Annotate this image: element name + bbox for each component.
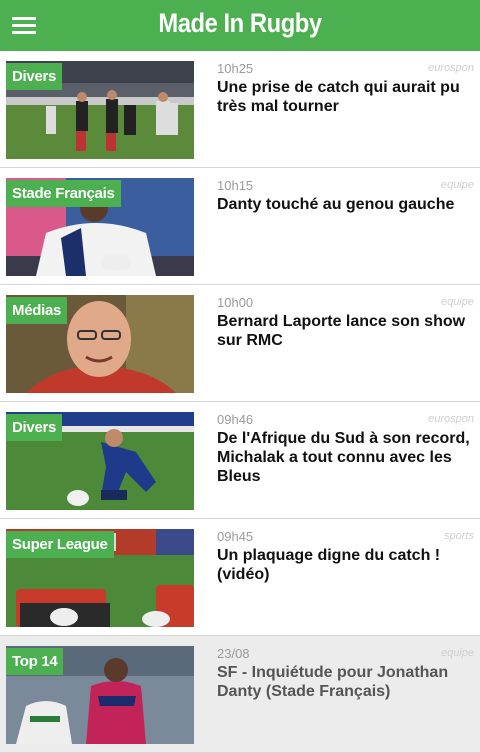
article-source: sports xyxy=(444,530,474,542)
article-thumbnail: Médias xyxy=(6,295,194,393)
article-thumbnail: Stade Français xyxy=(6,178,194,276)
article-time: 10h15 xyxy=(217,178,254,193)
category-tag: Divers xyxy=(6,414,63,441)
article-thumbnail: Divers xyxy=(6,412,194,510)
article-time: 09h45 xyxy=(217,529,254,544)
article-time: 09h46 xyxy=(217,412,254,427)
article-thumbnail: Super League xyxy=(6,529,194,627)
article-source: eurospon xyxy=(428,62,474,74)
category-tag: Super League xyxy=(6,531,114,558)
article-headline[interactable]: Bernard Laporte lance son show sur RMC xyxy=(217,312,474,350)
article-item[interactable]: Divers 09h46 eurospon De l'Afrique du Su… xyxy=(0,402,480,519)
article-time: 10h00 xyxy=(217,295,254,310)
article-item[interactable]: Divers 10h25 eurospon Une prise de catch… xyxy=(0,51,480,168)
article-source: eurospon xyxy=(428,413,474,425)
category-tag: Divers xyxy=(6,63,63,90)
article-item[interactable]: Top 14 23/08 equipe SF - Inquiétude pour… xyxy=(0,636,480,753)
article-headline[interactable]: Danty touché au genou gauche xyxy=(217,195,474,214)
category-tag: Top 14 xyxy=(6,648,64,675)
article-thumbnail: Top 14 xyxy=(6,646,194,744)
article-item[interactable]: Stade Français 10h15 equipe Danty touché… xyxy=(0,168,480,285)
article-item[interactable]: Super League 09h45 sports Un plaquage di… xyxy=(0,519,480,636)
article-headline[interactable]: Un plaquage digne du catch ! (vidéo) xyxy=(217,546,474,584)
article-thumbnail: Divers xyxy=(6,61,194,159)
article-headline[interactable]: SF - Inquiétude pour Jonathan Danty (Sta… xyxy=(217,663,474,701)
article-time: 10h25 xyxy=(217,61,254,76)
article-headline[interactable]: De l'Afrique du Sud à son record, Michal… xyxy=(217,429,474,486)
article-source: equipe xyxy=(440,179,474,191)
article-list: Divers 10h25 eurospon Une prise de catch… xyxy=(0,51,480,753)
article-source: equipe xyxy=(440,647,474,659)
article-item[interactable]: Médias 10h00 equipe Bernard Laporte lanc… xyxy=(0,285,480,402)
article-time: 23/08 xyxy=(217,646,250,661)
article-headline[interactable]: Une prise de catch qui aurait pu très ma… xyxy=(217,78,474,116)
category-tag: Médias xyxy=(6,297,68,324)
app-title: Made In Rugby xyxy=(158,8,322,38)
article-source: equipe xyxy=(440,296,474,308)
app-header: Made In Rugby xyxy=(0,0,480,51)
category-tag: Stade Français xyxy=(6,180,121,207)
